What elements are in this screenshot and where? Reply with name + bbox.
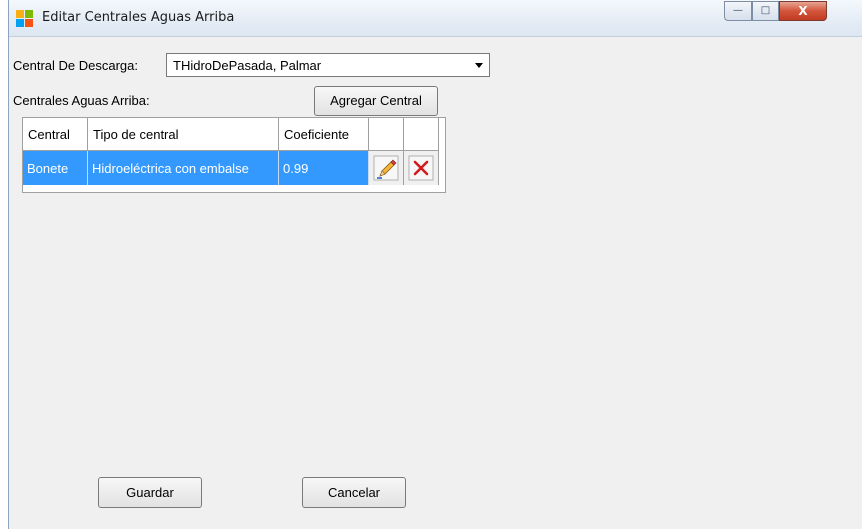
central-descarga-dropdown[interactable]: THidroDePasada, Palmar [166,53,490,77]
centrales-grid: Central Tipo de central Coeficiente Bone… [22,117,446,193]
cell-delete [403,150,439,185]
delete-x-icon[interactable] [407,154,435,182]
centrales-aguas-arriba-label: Centrales Aguas Arriba: [13,93,150,108]
dialog-window: Editar Centrales Aguas Arriba — □ X Cent… [8,0,862,529]
guardar-button[interactable]: Guardar [98,477,202,508]
dropdown-arrow-icon [475,63,483,68]
pencil-icon[interactable] [372,154,400,182]
column-header-coeficiente[interactable]: Coeficiente [278,118,369,151]
close-button[interactable]: X [779,1,827,21]
app-icon [16,10,33,27]
cell-central[interactable]: Bonete [23,150,88,185]
cell-coeficiente[interactable]: 0.99 [278,150,369,185]
central-descarga-value: THidroDePasada, Palmar [173,58,322,73]
central-descarga-label: Central De Descarga: [13,58,138,73]
column-header-delete [403,118,439,151]
cancelar-button[interactable]: Cancelar [302,477,406,508]
cell-tipo[interactable]: Hidroeléctrica con embalse [87,150,279,185]
column-header-edit [368,118,404,151]
cell-edit [368,150,404,185]
centrales-table: Central Tipo de central Coeficiente Bone… [23,118,439,185]
minimize-button[interactable]: — [724,1,752,21]
agregar-central-button[interactable]: Agregar Central [314,86,438,116]
column-header-tipo[interactable]: Tipo de central [87,118,279,151]
maximize-button[interactable]: □ [752,1,779,21]
window-title: Editar Centrales Aguas Arriba [42,10,235,25]
column-header-central[interactable]: Central [23,118,88,151]
grid-header-row: Central Tipo de central Coeficiente [23,118,439,151]
table-row[interactable]: Bonete Hidroeléctrica con embalse 0.99 [23,150,439,185]
title-bar[interactable]: Editar Centrales Aguas Arriba — □ X [9,0,862,37]
